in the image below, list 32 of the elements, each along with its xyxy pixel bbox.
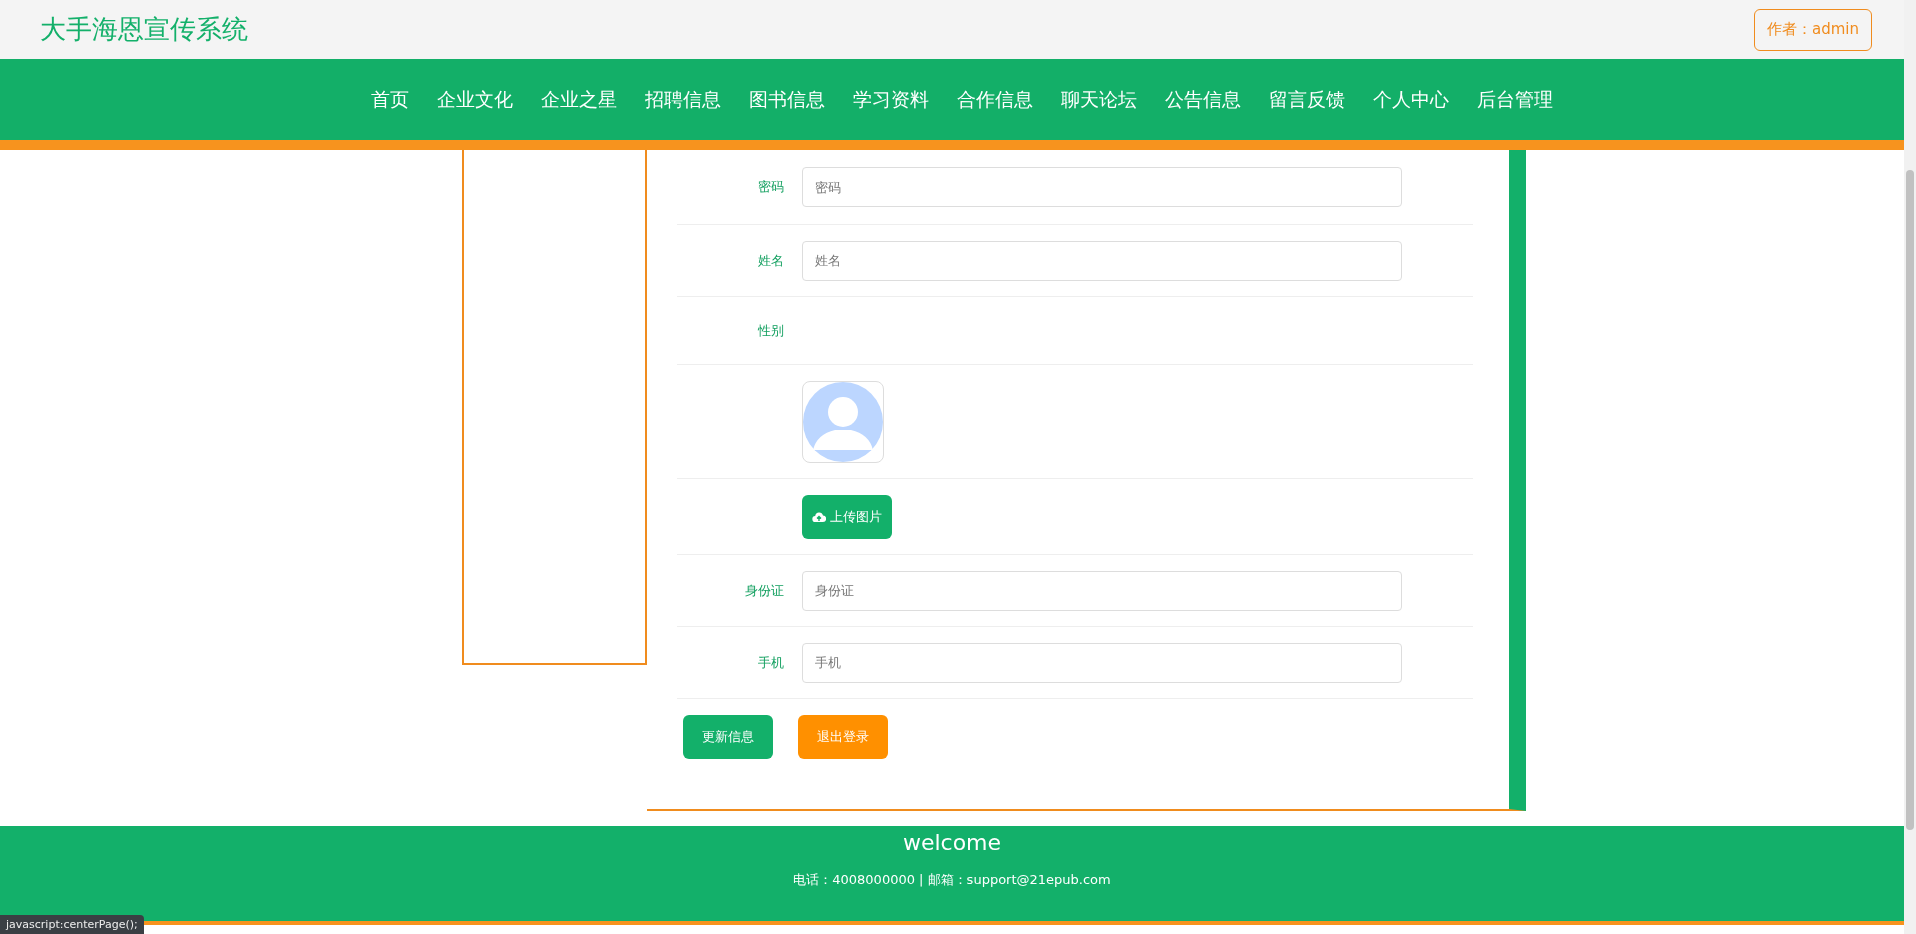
footer-contact: 电话：4008000000 | 邮箱：support@21epub.com: [793, 871, 1111, 889]
upload-button[interactable]: 上传图片: [802, 494, 892, 539]
nav-link[interactable]: 公告信息: [1165, 86, 1241, 113]
nav-link[interactable]: 首页: [371, 86, 409, 113]
field-label: 姓名: [758, 251, 784, 270]
scrollbar-thumb[interactable]: [1906, 170, 1914, 830]
action-button[interactable]: 更新信息: [683, 715, 773, 759]
field-label: 身份证: [745, 581, 784, 600]
input-field[interactable]: 姓名: [802, 240, 1402, 281]
field-label: 密码: [758, 178, 784, 196]
field-label: 手机: [758, 653, 784, 672]
footer-title: welcome: [902, 830, 1002, 855]
nav-link[interactable]: 留言反馈: [1269, 86, 1345, 113]
nav-link[interactable]: 企业文化: [437, 86, 513, 113]
nav-link[interactable]: 企业之星: [541, 86, 617, 113]
scrollbar[interactable]: [1904, 0, 1916, 934]
cloud-upload-icon: [812, 510, 826, 523]
nav-link[interactable]: 图书信息: [749, 86, 825, 113]
nav-link[interactable]: 聊天论坛: [1061, 86, 1137, 113]
input-field[interactable]: 密码: [802, 167, 1402, 207]
nav-link[interactable]: 后台管理: [1477, 86, 1553, 113]
nav-link[interactable]: 合作信息: [957, 86, 1033, 113]
status-url: javascript:centerPage();: [0, 915, 144, 934]
nav-link[interactable]: 学习资料: [853, 86, 929, 113]
author-button[interactable]: 作者：admin: [1754, 8, 1872, 51]
input-field[interactable]: 身份证: [802, 570, 1402, 611]
site-title: 大手海恩宣传系统: [40, 13, 248, 46]
action-button[interactable]: 退出登录: [798, 715, 888, 759]
nav-link[interactable]: 招聘信息: [645, 86, 721, 113]
nav-link[interactable]: 个人中心: [1373, 86, 1449, 113]
input-field[interactable]: 手机: [802, 642, 1402, 683]
field-label: 性别: [758, 321, 784, 340]
